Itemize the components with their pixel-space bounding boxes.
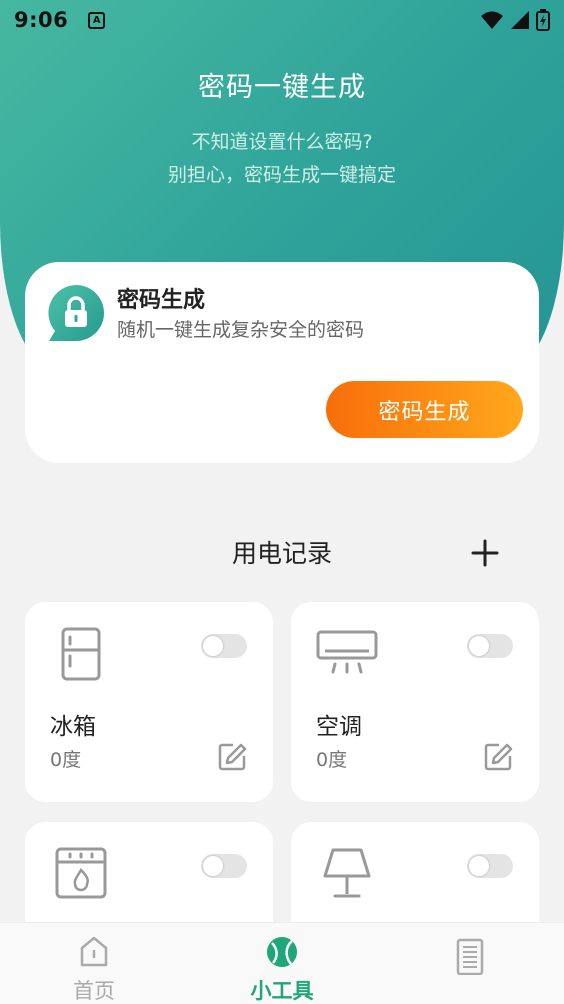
- device-toggle[interactable]: [201, 634, 247, 658]
- fridge-icon: [61, 627, 101, 681]
- signal-icon: [511, 11, 529, 29]
- battery-icon: [536, 9, 550, 31]
- toggle-knob: [203, 856, 223, 876]
- tools-ball-icon: [267, 937, 297, 967]
- toggle-knob: [203, 636, 223, 656]
- generate-password-button[interactable]: 密码生成: [326, 381, 523, 438]
- device-name: 空调: [316, 714, 362, 740]
- status-indicators: [480, 9, 550, 31]
- edit-icon[interactable]: [217, 742, 247, 772]
- password-card-description: 随机一键生成复杂安全的密码: [117, 319, 365, 341]
- device-usage: 0度: [316, 749, 348, 771]
- toggle-knob: [469, 636, 489, 656]
- tab-home[interactable]: 首页: [0, 923, 188, 1004]
- device-toggle[interactable]: [201, 854, 247, 878]
- device-card-fridge[interactable]: 冰箱 0度: [25, 602, 273, 802]
- tab-label-home: 首页: [73, 979, 115, 1003]
- tab-tools[interactable]: 小工具: [188, 923, 376, 1004]
- lock-chat-icon: [48, 285, 104, 341]
- device-toggle[interactable]: [467, 634, 513, 658]
- hero-title: 密码一键生成: [198, 72, 366, 103]
- air-conditioner-icon: [316, 630, 378, 674]
- status-time: 9:06: [14, 8, 69, 32]
- password-generator-card: 密码生成 随机一键生成复杂安全的密码 密码生成: [25, 262, 539, 463]
- home-icon: [80, 936, 108, 967]
- device-name: 冰箱: [50, 714, 96, 740]
- status-bar: 9:06 A: [0, 0, 564, 40]
- hero-subtitle-line2: 别担心，密码生成一键搞定: [167, 164, 396, 186]
- password-card-title: 密码生成: [117, 288, 206, 313]
- plus-icon[interactable]: [470, 538, 500, 568]
- edit-icon[interactable]: [483, 742, 513, 772]
- oven-icon: [55, 847, 107, 899]
- wifi-icon: [481, 11, 503, 29]
- tab-label-tools: 小工具: [250, 979, 314, 1003]
- tab-records[interactable]: [376, 923, 564, 1004]
- toggle-knob: [469, 856, 489, 876]
- lamp-icon: [323, 848, 371, 898]
- device-usage: 0度: [50, 749, 82, 771]
- notification-icon: A: [88, 11, 106, 29]
- bottom-tab-bar: 首页 小工具: [0, 922, 564, 1004]
- device-toggle[interactable]: [467, 854, 513, 878]
- hero-subtitle-line1: 不知道设置什么密码?: [191, 131, 373, 153]
- document-icon: [456, 938, 484, 975]
- device-card-air-conditioner[interactable]: 空调 0度: [291, 602, 539, 802]
